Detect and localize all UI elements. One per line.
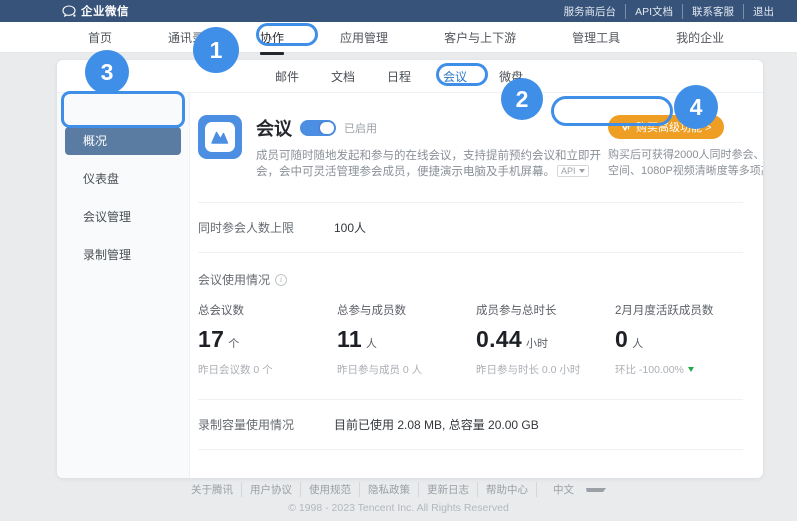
tab-mail[interactable]: 邮件 <box>275 68 299 85</box>
copyright: © 1998 - 2023 Tencent Inc. All Rights Re… <box>0 502 797 514</box>
brand-name: 企业微信 <box>81 3 129 19</box>
status-text: 已启用 <box>344 120 377 136</box>
stat-label: 总参与成员数 <box>337 302 476 318</box>
brand-logo: 企业微信 <box>62 3 129 19</box>
active-nav-indicator <box>260 52 284 55</box>
stat-subtext: 昨日会议数 0 个 <box>198 362 337 377</box>
stat-subtext: 昨日参与成员 0 人 <box>337 362 476 377</box>
nav-item-my-company[interactable]: 我的企业 <box>676 29 724 46</box>
info-icon[interactable]: i <box>275 274 287 286</box>
nav-item-admin-tools[interactable]: 管理工具 <box>572 29 620 46</box>
stat-label: 成员参与总时长 <box>476 302 615 318</box>
stat-subtext: 昨日参与时长 0.0 小时 <box>476 362 615 377</box>
annotation-step-1: 1 <box>193 27 239 73</box>
footer-link-changelog[interactable]: 更新日志 <box>418 482 477 497</box>
usage-title-row: 会议使用情况 i <box>198 253 743 302</box>
tab-schedule[interactable]: 日程 <box>387 68 411 85</box>
meeting-description: 成员可随时随地发起和参与的在线会议，支持提前预约会议和立即开会，会中可灵活管理参… <box>256 148 608 180</box>
capacity-row: 同时参会人数上限 100人 <box>198 203 743 252</box>
footer: 关于腾讯 用户协议 使用规范 隐私政策 更新日志 帮助中心 中文 © 1998 … <box>0 482 797 514</box>
page-title: 会议 <box>256 115 292 141</box>
footer-language-label: 中文 <box>545 482 582 497</box>
stat-unit: 人 <box>366 335 377 351</box>
usage-stats: 总会议数 17个 昨日会议数 0 个 总参与成员数 11人 昨日参与成员 0 人… <box>198 302 743 377</box>
annotation-box-overview <box>61 91 185 128</box>
stat-value: 17 <box>198 326 224 353</box>
collaboration-tabs: 邮件 文档 日程 会议 微盘 <box>57 60 763 93</box>
capacity-label: 同时参会人数上限 <box>198 219 334 236</box>
main-content: 会议 已启用 成员可随时随地发起和参与的在线会议，支持提前预约会议和立即开会，会… <box>190 93 763 478</box>
annotation-step-4: 4 <box>674 85 718 129</box>
footer-link-privacy[interactable]: 隐私政策 <box>359 482 418 497</box>
topbar-link-logout[interactable]: 退出 <box>743 4 783 19</box>
chat-bubble-icon <box>62 5 76 18</box>
capacity-value: 100人 <box>334 219 366 236</box>
language-caret-icon <box>586 488 606 492</box>
nav-item-customers[interactable]: 客户与上下游 <box>444 29 516 46</box>
annotation-box-collaboration <box>256 23 318 46</box>
footer-link-help-center[interactable]: 帮助中心 <box>477 482 536 497</box>
topbar-links: 服务商后台 API文档 联系客服 退出 <box>555 4 783 19</box>
recording-value: 目前已使用 2.08 MB, 总容量 20.00 GB <box>334 416 539 433</box>
card-body: 概况 仪表盘 会议管理 录制管理 会议 <box>57 93 763 478</box>
stat-subtext: 环比 -100.00% <box>615 362 684 377</box>
footer-link-about[interactable]: 关于腾讯 <box>183 482 241 497</box>
recording-label: 录制容量使用情况 <box>198 416 334 433</box>
api-badge[interactable]: API <box>557 165 589 177</box>
footer-link-user-agreement[interactable]: 用户协议 <box>241 482 300 497</box>
chevron-down-icon <box>579 169 585 173</box>
meeting-description-text: 成员可随时随地发起和参与的在线会议，支持提前预约会议和立即开会，会中可灵活管理参… <box>256 150 601 178</box>
buy-premium-description: 购买后可获得2000人同时参会、无限云录制空间、1080P视频清晰度等多项高级功… <box>608 147 763 179</box>
stat-total-participants: 总参与成员数 11人 昨日参与成员 0 人 <box>337 302 476 377</box>
annotation-box-meeting-tab <box>436 63 488 86</box>
stat-value: 0.44 <box>476 326 522 353</box>
sidebar-item-overview[interactable]: 概况 <box>65 127 181 155</box>
trend-down-icon <box>688 367 694 372</box>
stat-value: 0 <box>615 326 628 353</box>
topbar: 企业微信 服务商后台 API文档 联系客服 退出 <box>0 0 797 22</box>
usage-title: 会议使用情况 <box>198 271 270 288</box>
nav-item-home[interactable]: 首页 <box>88 29 112 46</box>
sidebar-item-meeting-management[interactable]: 会议管理 <box>65 203 181 231</box>
meeting-logo-icon <box>210 129 230 145</box>
topbar-link-contact-support[interactable]: 联系客服 <box>682 4 743 19</box>
recording-capacity-row: 录制容量使用情况 目前已使用 2.08 MB, 总容量 20.00 GB <box>198 400 743 449</box>
nav-item-app-management[interactable]: 应用管理 <box>340 29 388 46</box>
annotation-step-2: 2 <box>501 78 543 120</box>
sidebar: 概况 仪表盘 会议管理 录制管理 <box>57 93 190 478</box>
meeting-enabled-toggle[interactable] <box>300 120 336 136</box>
annotation-step-3: 3 <box>85 50 129 94</box>
footer-link-usage-rules[interactable]: 使用规范 <box>300 482 359 497</box>
primary-nav: 首页 通讯录 协作 应用管理 客户与上下游 管理工具 我的企业 <box>0 22 797 53</box>
stat-label: 2月月度活跃成员数 <box>615 302 754 318</box>
topbar-link-api-docs[interactable]: API文档 <box>625 4 682 19</box>
sidebar-item-dashboard[interactable]: 仪表盘 <box>65 165 181 193</box>
annotation-box-buy-button <box>551 96 673 126</box>
divider <box>198 449 743 450</box>
stat-total-meetings: 总会议数 17个 昨日会议数 0 个 <box>198 302 337 377</box>
stat-total-duration: 成员参与总时长 0.44小时 昨日参与时长 0.0 小时 <box>476 302 615 377</box>
stat-value: 11 <box>337 326 362 353</box>
tab-docs[interactable]: 文档 <box>331 68 355 85</box>
api-badge-label: API <box>561 163 576 179</box>
footer-link-language[interactable]: 中文 <box>536 482 614 497</box>
stat-monthly-active: 2月月度活跃成员数 0人 环比 -100.00% <box>615 302 754 377</box>
stat-unit: 人 <box>632 335 643 351</box>
meeting-app-icon <box>198 115 242 159</box>
stat-label: 总会议数 <box>198 302 337 318</box>
stat-unit: 小时 <box>526 335 548 351</box>
topbar-link-provider-console[interactable]: 服务商后台 <box>555 4 626 19</box>
stat-unit: 个 <box>228 335 239 351</box>
sidebar-item-recording-management[interactable]: 录制管理 <box>65 241 181 269</box>
